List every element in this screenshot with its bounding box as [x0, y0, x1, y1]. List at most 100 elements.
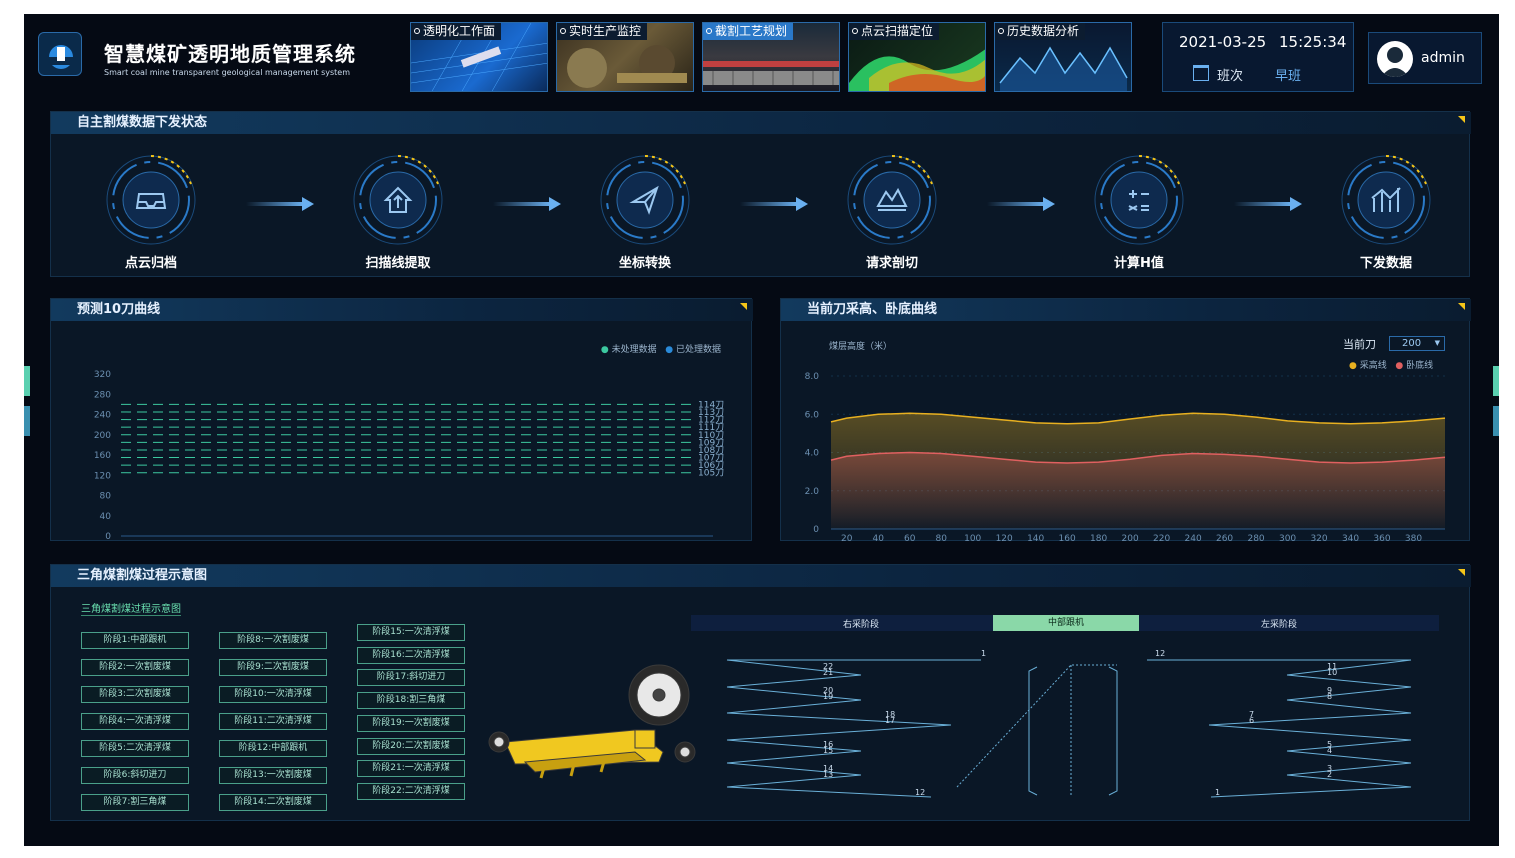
stage-button[interactable]: 阶段19:一次割废煤: [357, 714, 465, 732]
stage-button[interactable]: 阶段22:二次清浮煤: [357, 782, 465, 800]
right-zigzag-segment: [1286, 659, 1412, 676]
stage-button[interactable]: 阶段9:二次割废煤: [219, 659, 327, 676]
x-tick-label: 40: [873, 534, 885, 542]
right-zigzag-segment: [1286, 699, 1412, 714]
right-number: 10: [1327, 668, 1337, 677]
tab-realtime-monitor[interactable]: 实时生产监控: [556, 22, 694, 92]
left-number: 14: [823, 764, 833, 773]
user-box[interactable]: admin: [1368, 32, 1482, 84]
flow-panel: 自主割煤数据下发状态 点云归档 扫描线提取 坐标转换 请求剖切 计算H值 下发数据: [50, 111, 1471, 277]
date-text: 2021-03-25: [1179, 33, 1267, 51]
y-tick-label: 0: [105, 532, 111, 542]
y-tick-label: 2.0: [805, 487, 820, 497]
stage-button[interactable]: 阶段17:斜切进刀: [357, 669, 465, 687]
x-tick-label: 280: [1247, 534, 1264, 542]
stage-button[interactable]: 阶段13:一次割废煤: [219, 767, 327, 784]
shift-label: 班次: [1217, 69, 1244, 84]
right-zigzag-segment: [1208, 712, 1412, 726]
flow-step-3: 坐标转换: [585, 154, 705, 271]
right-side-tab: [1493, 366, 1499, 396]
right-number: 3: [1327, 764, 1332, 773]
calendar-icon: [1193, 65, 1209, 81]
x-tick-label: 380: [1405, 534, 1422, 542]
triangle-panel: 三角煤割煤过程示意图 三角煤割煤过程示意图 阶段1:中部跟机 阶段2:一次割废煤阶…: [50, 564, 1471, 821]
flow-ring: [352, 154, 444, 246]
stage-button[interactable]: 阶段3:二次割废煤: [81, 686, 189, 703]
avatar: [1377, 41, 1413, 77]
stage-button[interactable]: 阶段4:一次清浮煤: [81, 713, 189, 730]
stage-button[interactable]: 阶段15:一次清浮煤: [357, 624, 465, 641]
stage-button[interactable]: 阶段16:二次清浮煤: [357, 646, 465, 664]
right-number: 4: [1327, 746, 1332, 755]
right-zigzag-segment: [1286, 674, 1412, 688]
left-zigzag-segment: [726, 674, 862, 688]
stage-button[interactable]: 阶段5:二次清浮煤: [81, 740, 189, 757]
left-number: 15: [823, 746, 833, 755]
middle-section: 中部跟机: [993, 615, 1139, 631]
datetime-box: 2021-03-25 15:25:34 班次 早班: [1162, 22, 1354, 92]
y-tick-label: 40: [100, 512, 112, 522]
triangle-subtitle: 三角煤割煤过程示意图: [81, 600, 181, 616]
right-zigzag-segment: [1286, 750, 1412, 764]
x-tick-label: 60: [904, 534, 916, 542]
predict-chart: 32028024020016012080400114刀113刀112刀111刀1…: [94, 370, 724, 542]
diagram-header: 右采阶段 中部跟机 左采阶段: [691, 615, 1439, 631]
right-number: 11: [1327, 662, 1337, 671]
x-tick-label: 360: [1373, 534, 1390, 542]
stage-button[interactable]: 阶段21:一次清浮煤: [357, 760, 465, 778]
username: admin: [1421, 50, 1465, 66]
flow-step-label: 扫描线提取: [365, 256, 431, 271]
x-tick-label: 320: [1310, 534, 1327, 542]
left-number: 13: [823, 770, 833, 779]
right-number: 7: [1249, 710, 1254, 719]
left-zigzag-segment: [726, 686, 862, 701]
y-tick-label: 320: [94, 370, 111, 380]
tab-pointcloud-scan[interactable]: 点云扫描定位: [848, 22, 986, 92]
right-side-tab2: [1493, 406, 1499, 436]
x-tick-label: 140: [1027, 534, 1044, 542]
left-number: 17: [885, 716, 895, 725]
left-side-tab2: [24, 406, 30, 436]
stage-button[interactable]: 阶段7:割三角煤: [81, 794, 189, 811]
right-number: 5: [1327, 740, 1332, 749]
flow-step-6: 下发数据: [1326, 154, 1446, 271]
left-number: 16: [823, 740, 833, 749]
tab-cutting-plan[interactable]: 截割工艺规划: [702, 22, 840, 92]
stage-button[interactable]: 阶段1:中部跟机: [81, 632, 189, 649]
left-side-tab: [24, 366, 30, 396]
tab-transparent-face[interactable]: 透明化工作面: [410, 22, 548, 92]
stage-button[interactable]: 阶段20:二次割废煤: [357, 737, 465, 755]
height-chart: 8.0 6.0 4.0 2.0 0 20 40 60 80 100 120 140 160 180 200 2…: [805, 372, 1446, 542]
flow-arrow-icon: [1234, 196, 1304, 215]
stage-button[interactable]: 阶段14:二次割废煤: [219, 794, 327, 811]
stage-button[interactable]: 阶段11:二次清浮煤: [219, 713, 327, 730]
left-number: 20: [823, 686, 833, 695]
x-tick-label: 80: [935, 534, 947, 542]
left-zigzag-segment: [726, 659, 862, 676]
left-zigzag-segment: [726, 699, 862, 714]
left-number: 22: [823, 662, 833, 671]
left-zigzag-segment: [726, 762, 862, 776]
right-zigzag-segment: [1208, 724, 1412, 741]
stage-button[interactable]: 阶段18:割三角煤: [357, 692, 465, 710]
stage-button[interactable]: 阶段6:斜切进刀: [81, 767, 189, 784]
right-zigzag-segment: [1286, 686, 1412, 701]
stage-button[interactable]: 阶段12:中部跟机: [219, 740, 327, 757]
x-tick-label: 20: [841, 534, 853, 542]
left-number: 12: [915, 788, 925, 797]
tab-history-analysis[interactable]: 历史数据分析: [994, 22, 1132, 92]
stage-button[interactable]: 阶段8:一次割废煤: [219, 632, 327, 649]
stage-button[interactable]: 阶段10:一次清浮煤: [219, 686, 327, 703]
series-area: [831, 452, 1445, 529]
middle-bracket-right: [1108, 666, 1118, 796]
triangle-title: 三角煤割煤过程示意图: [51, 565, 1471, 587]
y-tick-label: 240: [94, 411, 111, 421]
right-number: 8: [1327, 692, 1332, 701]
left-number: 1: [981, 649, 986, 658]
middle-bracket-left: [1028, 666, 1038, 796]
stage-button[interactable]: 阶段2:一次割废煤: [81, 659, 189, 676]
logo: [38, 32, 82, 76]
flow-ring: [1093, 154, 1185, 246]
y-tick-label: 4.0: [805, 449, 820, 459]
x-tick-label: 240: [1185, 534, 1202, 542]
